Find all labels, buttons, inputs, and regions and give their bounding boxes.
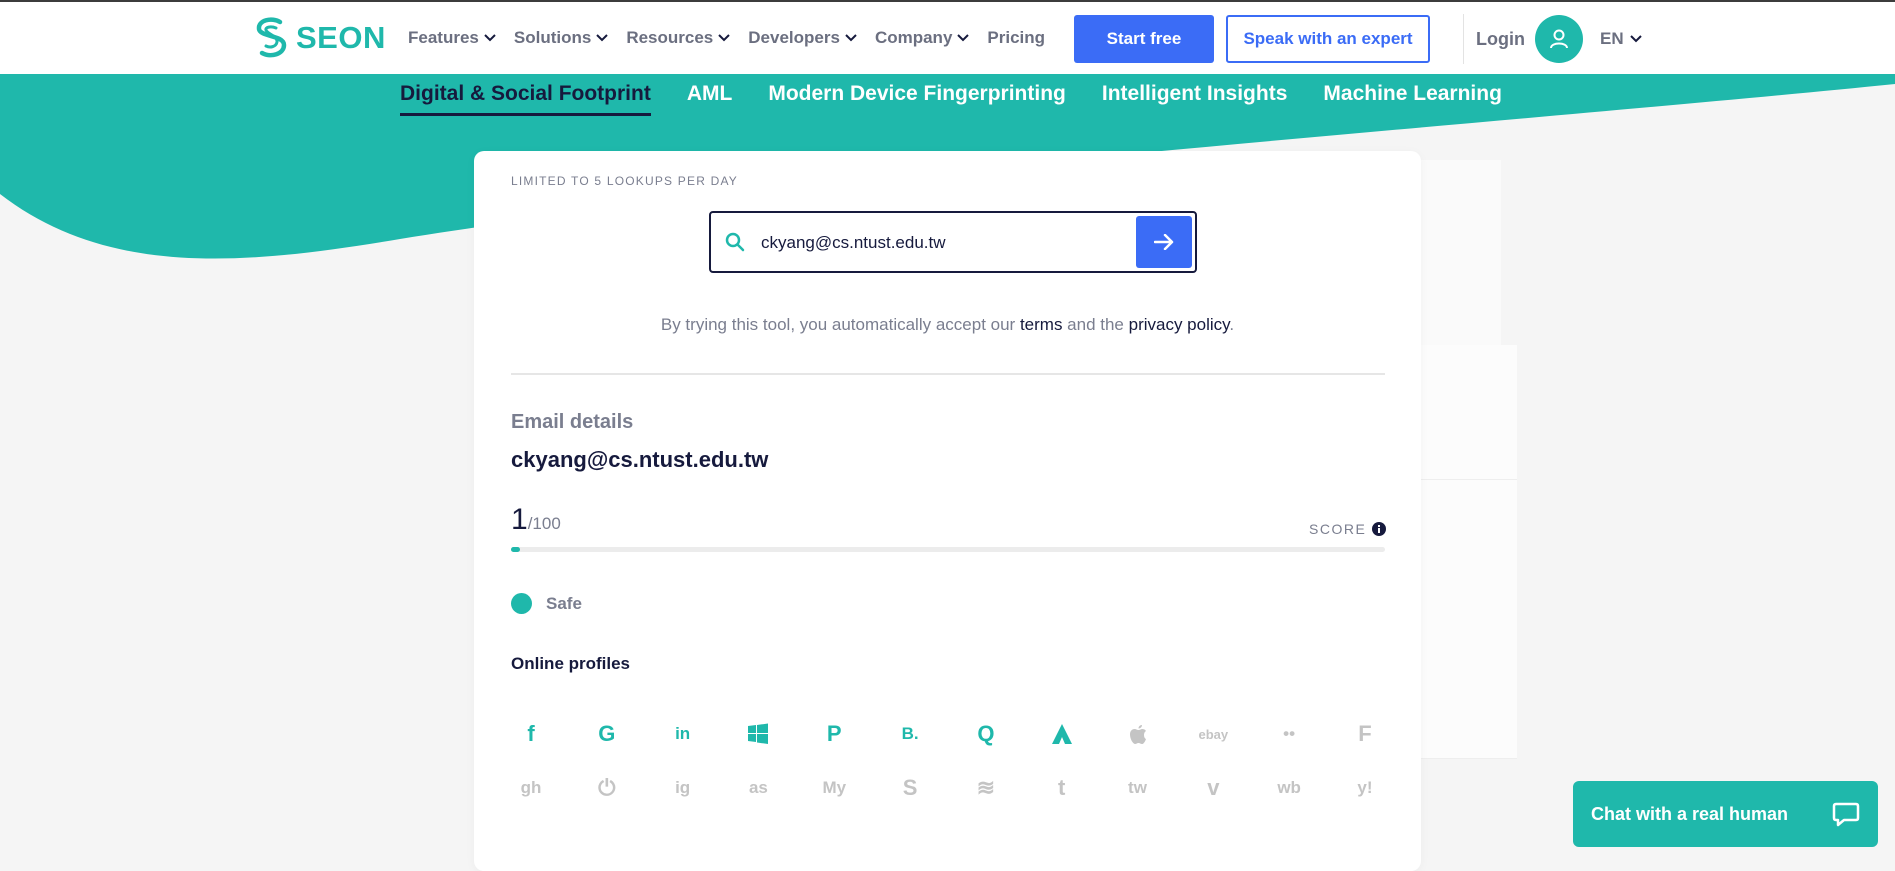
terms-text: . [1229,315,1235,334]
google-icon: G [598,721,616,746]
status-label: Safe [546,593,582,613]
ebay-icon: ebay [1198,726,1229,742]
profile-icon-row: gh ⏻ ig as My S ≋ t tw v wb y! [511,761,1385,815]
search-submit-button[interactable] [1136,216,1192,268]
score-label: SCORE [1309,521,1387,537]
nav-label: Company [874,28,953,47]
status-dot [511,593,532,614]
score-progress-bar [511,547,1385,552]
user-avatar-button[interactable] [1535,15,1583,63]
user-icon [1550,29,1568,49]
terms-text: By trying this tool, you automatically a… [660,315,1020,334]
microsoft-icon [738,719,778,749]
lookup-card: LIMITED TO 5 LOOKUPS PER DAY By trying t… [474,151,1421,871]
nav-developers[interactable]: Developers [748,28,857,48]
tab-digital-social-footprint[interactable]: Digital & Social Footprint [400,82,651,116]
site-header: SEON Features Solutions Resources Develo… [0,2,1895,74]
flickr-icon: •• [1283,724,1296,743]
nav-features[interactable]: Features [408,28,496,48]
chevron-down-icon [718,34,730,42]
linkedin-icon: in [675,724,691,743]
nav-label: Resources [626,28,714,47]
tumblr-icon: t [1058,775,1066,800]
tab-aml[interactable]: AML [687,82,733,116]
product-tabs: Digital & Social Footprint AML Modern De… [400,82,1502,116]
language-label: EN [1600,29,1624,48]
chevron-down-icon [484,34,496,42]
score-label-text: SCORE [1309,521,1367,537]
nav-label: Features [408,28,479,47]
start-free-button[interactable]: Start free [1074,15,1214,63]
online-profiles-grid: f Gin P B. Qebay •• Fgh ⏻ ig as My S ≋ t tw v wb y! [511,707,1385,815]
chat-bubble-icon [1832,802,1860,827]
language-selector[interactable]: EN [1600,29,1642,49]
weibo-icon: wb [1277,778,1301,797]
terms-text: and the [1062,315,1129,334]
profile-icon-row: f Gin P B. Qebay •• F [511,707,1385,761]
online-profiles-heading: Online profiles [511,654,631,673]
skype-icon: S [902,775,918,800]
chevron-down-icon [845,34,857,42]
twitter-icon: tw [1128,778,1147,797]
fraud-score: 1/100 [511,503,561,537]
tab-machine-learning[interactable]: Machine Learning [1323,82,1502,116]
pinterest-icon: P [826,721,842,746]
header-divider [1463,14,1464,64]
atlassian-icon [1042,719,1082,749]
vimeo-icon: v [1207,775,1220,800]
lastfm-icon: as [748,778,768,797]
logo-text: SEON [296,20,386,55]
myspace-icon: My [822,778,847,797]
tab-intelligent-insights[interactable]: Intelligent Insights [1102,82,1288,116]
arrow-right-icon [1154,234,1174,250]
spotify-icon: ≋ [976,775,996,800]
search-icon [725,232,745,252]
nav-company[interactable]: Company [874,28,970,48]
background-panel [1421,480,1517,759]
score-max: /100 [527,514,561,533]
booking-icon: B. [901,724,919,743]
score-value: 1 [511,503,528,536]
privacy-policy-link[interactable]: privacy policy [1129,315,1230,334]
background-panel [1421,160,1501,345]
nav-label: Developers [748,28,840,47]
info-icon[interactable] [1372,522,1387,536]
email-address-value: ckyang@cs.ntust.edu.tw [511,447,769,472]
nav-resources[interactable]: Resources [626,28,730,48]
nav-label: Pricing [987,28,1046,47]
login-link[interactable]: Login [1476,29,1525,50]
power-icon: ⏻ [598,775,616,800]
seon-logo[interactable]: SEON [254,16,386,60]
terms-notice: By trying this tool, you automatically a… [474,315,1421,335]
yahoo-icon: y! [1357,778,1373,797]
chat-label: Chat with a real human [1591,803,1789,824]
email-search-box [709,211,1197,273]
email-search-input[interactable] [759,229,1123,257]
main-nav: Features Solutions Resources Developers … [408,28,1045,48]
chevron-down-icon [957,34,970,42]
section-divider [511,373,1385,375]
nav-solutions[interactable]: Solutions [513,28,609,48]
tab-device-fingerprinting[interactable]: Modern Device Fingerprinting [768,82,1066,116]
background-panel [1421,345,1517,480]
apple-icon [1118,719,1158,749]
github-icon: gh [520,778,542,797]
score-progress-fill [511,547,520,552]
lookup-limit-note: LIMITED TO 5 LOOKUPS PER DAY [511,174,738,188]
nav-pricing[interactable]: Pricing [987,28,1045,48]
chevron-down-icon [1629,35,1642,43]
chat-widget-button[interactable]: Chat with a real human [1573,781,1878,847]
email-details-heading: Email details [511,411,634,433]
terms-link[interactable]: terms [1020,315,1063,334]
quora-icon: Q [977,721,995,746]
foursquare-icon: F [1358,721,1372,746]
nav-label: Solutions [513,28,592,47]
seon-logo-icon [256,17,287,58]
instagram-icon: ig [675,778,691,797]
risk-status: Safe [511,593,582,614]
speak-with-expert-button[interactable]: Speak with an expert [1226,15,1430,63]
facebook-icon: f [527,721,535,746]
chevron-down-icon [596,34,609,42]
